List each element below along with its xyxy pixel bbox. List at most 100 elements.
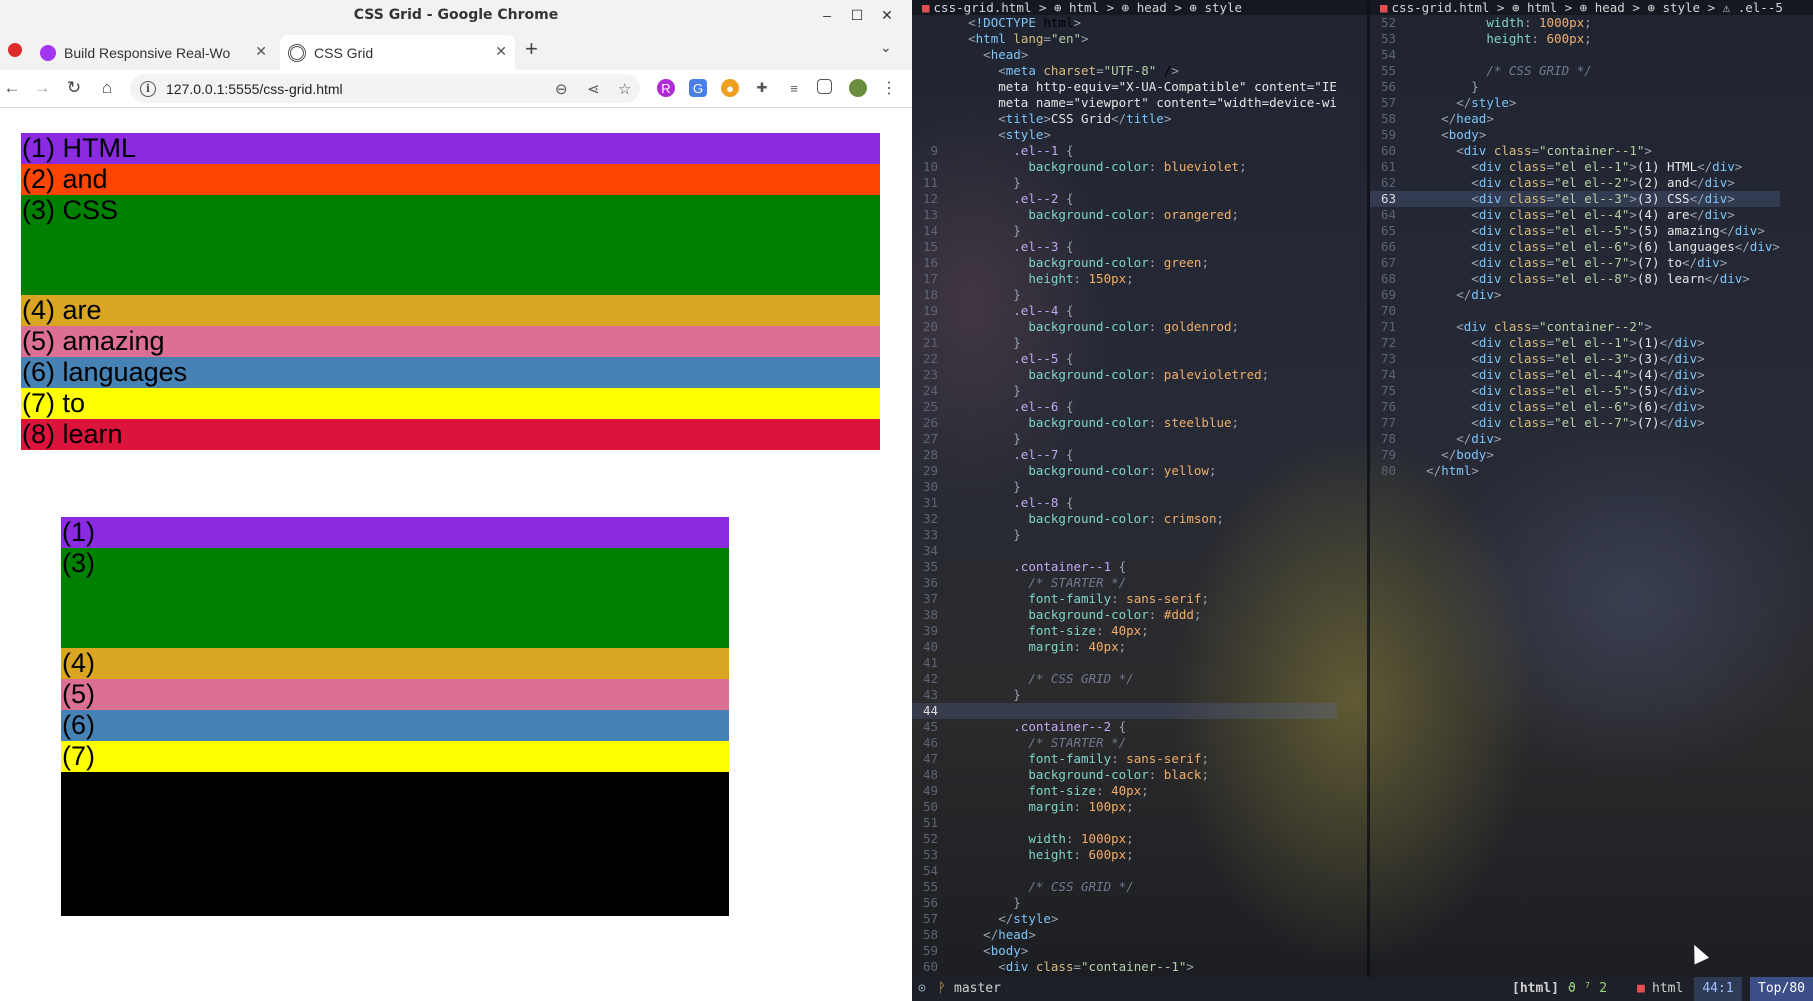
code-line[interactable]: 9 .el--1 { — [912, 143, 1337, 159]
youtube-icon[interactable] — [8, 43, 22, 57]
code-line[interactable]: 56 } — [912, 895, 1337, 911]
media-control-icon[interactable]: ≡ — [785, 79, 803, 97]
tab-css-grid[interactable]: CSS Grid ✕ — [280, 35, 515, 70]
tab-close-icon[interactable]: ✕ — [495, 43, 507, 60]
code-line[interactable]: 58 </head> — [912, 927, 1337, 943]
code-line[interactable]: 17 height: 150px; — [912, 271, 1337, 287]
code-line[interactable]: 73 <div class="el el--3">(3)</div> — [1370, 351, 1780, 367]
code-line[interactable]: 10 background-color: blueviolet; — [912, 159, 1337, 175]
code-line[interactable]: 59 <body> — [1370, 127, 1780, 143]
code-line[interactable]: 38 background-color: #ddd; — [912, 607, 1337, 623]
code-line[interactable]: 21 } — [912, 335, 1337, 351]
code-line[interactable]: 13 background-color: orangered; — [912, 207, 1337, 223]
menu-kebab-icon[interactable]: ⋮ — [880, 79, 898, 97]
code-line[interactable]: 54 — [1370, 47, 1780, 63]
code-line[interactable]: 61 <div class="el el--1">(1) HTML</div> — [1370, 159, 1780, 175]
code-line[interactable]: 48 background-color: black; — [912, 767, 1337, 783]
url-text[interactable]: 127.0.0.1:5555/css-grid.html — [166, 81, 343, 97]
code-line[interactable]: 47 font-family: sans-serif; — [912, 751, 1337, 767]
code-line[interactable]: 26 background-color: steelblue; — [912, 415, 1337, 431]
code-line[interactable]: 77 <div class="el el--7">(7)</div> — [1370, 415, 1780, 431]
code-line[interactable]: 80 </html> — [1370, 463, 1780, 479]
editor-pane-right[interactable]: ■ css-grid.html > ⊕ html > ⊕ head > ⊕ sty… — [1370, 0, 1813, 977]
code-line[interactable]: 74 <div class="el el--4">(4)</div> — [1370, 367, 1780, 383]
code-line[interactable]: 25 .el--6 { — [912, 399, 1337, 415]
code-line[interactable]: 44 — [912, 703, 1337, 719]
code-line[interactable]: 78 </div> — [1370, 431, 1780, 447]
extension-r-icon[interactable]: R — [657, 79, 675, 97]
share-icon[interactable]: ⋖ — [587, 80, 600, 98]
code-line[interactable]: 12 .el--2 { — [912, 191, 1337, 207]
code-line[interactable]: 35 .container--1 { — [912, 559, 1337, 575]
code-line[interactable]: 23 background-color: palevioletred; — [912, 367, 1337, 383]
code-line[interactable]: 60 <div class="container--1"> — [1370, 143, 1780, 159]
code-line[interactable]: 45 .container--2 { — [912, 719, 1337, 735]
code-line[interactable]: 63 <div class="el el--3">(3) CSS</div> — [1370, 191, 1780, 207]
code-line[interactable]: 27 } — [912, 431, 1337, 447]
code-line[interactable]: 66 <div class="el el--6">(6) languages</… — [1370, 239, 1780, 255]
code-line[interactable]: 33 } — [912, 527, 1337, 543]
code-line[interactable]: 54 — [912, 863, 1337, 879]
code-line[interactable]: <style> — [912, 127, 1337, 143]
code-line[interactable]: <!DOCTYPE html> — [912, 15, 1337, 31]
side-panel-icon[interactable] — [817, 79, 832, 94]
code-line[interactable]: 56 } — [1370, 79, 1780, 95]
code-line[interactable]: 37 font-family: sans-serif; — [912, 591, 1337, 607]
pumpkin-extension-icon[interactable]: ● — [721, 79, 739, 97]
code-line[interactable]: 59 <body> — [912, 943, 1337, 959]
code-line[interactable]: 50 margin: 100px; — [912, 799, 1337, 815]
address-bar[interactable]: i 127.0.0.1:5555/css-grid.html ⊖ ⋖ ☆ — [130, 74, 640, 103]
code-line[interactable]: 55 /* CSS GRID */ — [1370, 63, 1780, 79]
code-line[interactable]: 36 /* STARTER */ — [912, 575, 1337, 591]
code-line[interactable]: 22 .el--5 { — [912, 351, 1337, 367]
code-line[interactable]: 67 <div class="el el--7">(7) to</div> — [1370, 255, 1780, 271]
code-line[interactable]: 18 } — [912, 287, 1337, 303]
minimize-button[interactable]: – — [812, 0, 842, 30]
code-line[interactable]: 68 <div class="el el--8">(8) learn</div> — [1370, 271, 1780, 287]
code-line[interactable]: meta name="viewport" content="width=devi… — [912, 95, 1337, 111]
code-line[interactable]: 24 } — [912, 383, 1337, 399]
code-line[interactable]: 39 font-size: 40px; — [912, 623, 1337, 639]
translate-extension-icon[interactable]: G — [689, 79, 707, 97]
code-line[interactable]: <head> — [912, 47, 1337, 63]
code-line[interactable]: meta http-equiv="X-UA-Compatible" conten… — [912, 79, 1337, 95]
extensions-puzzle-icon[interactable]: ✚ — [753, 79, 771, 97]
code-line[interactable]: 75 <div class="el el--5">(5)</div> — [1370, 383, 1780, 399]
code-line[interactable]: 20 background-color: goldenrod; — [912, 319, 1337, 335]
code-line[interactable]: 52 width: 1000px; — [1370, 15, 1780, 31]
code-line[interactable]: 51 — [912, 815, 1337, 831]
code-line[interactable]: 16 background-color: green; — [912, 255, 1337, 271]
code-line[interactable]: <html lang="en"> — [912, 31, 1337, 47]
code-line[interactable]: <title>CSS Grid</title> — [912, 111, 1337, 127]
tab-udemy[interactable]: Build Responsive Real-Wo ✕ — [40, 35, 275, 70]
code-line[interactable]: 28 .el--7 { — [912, 447, 1337, 463]
profile-avatar[interactable] — [849, 79, 867, 97]
code-line[interactable]: 42 /* CSS GRID */ — [912, 671, 1337, 687]
code-line[interactable]: 34 — [912, 543, 1337, 559]
home-button[interactable]: ⌂ — [95, 76, 119, 100]
code-line[interactable]: 29 background-color: yellow; — [912, 463, 1337, 479]
code-line[interactable]: 41 — [912, 655, 1337, 671]
git-branch[interactable]: master — [954, 977, 1001, 1001]
code-line[interactable]: 69 </div> — [1370, 287, 1780, 303]
code-line[interactable]: 64 <div class="el el--4">(4) are</div> — [1370, 207, 1780, 223]
code-line[interactable]: 72 <div class="el el--1">(1)</div> — [1370, 335, 1780, 351]
code-line[interactable]: 60 <div class="container--1"> — [912, 959, 1337, 975]
close-window-button[interactable]: ✕ — [872, 0, 902, 30]
code-line[interactable]: 53 height: 600px; — [912, 847, 1337, 863]
code-line[interactable]: 57 </style> — [1370, 95, 1780, 111]
maximize-button[interactable]: ☐ — [842, 0, 872, 30]
code-line[interactable]: 52 width: 1000px; — [912, 831, 1337, 847]
code-line[interactable]: 58 </head> — [1370, 111, 1780, 127]
code-line[interactable]: 11 } — [912, 175, 1337, 191]
code-line[interactable]: 55 /* CSS GRID */ — [912, 879, 1337, 895]
code-line[interactable]: 76 <div class="el el--6">(6)</div> — [1370, 399, 1780, 415]
code-line[interactable]: 65 <div class="el el--5">(5) amazing</di… — [1370, 223, 1780, 239]
code-line[interactable]: <meta charset="UTF-8" /> — [912, 63, 1337, 79]
code-line[interactable]: 31 .el--8 { — [912, 495, 1337, 511]
back-button[interactable]: ← — [0, 76, 24, 100]
code-line[interactable]: 62 <div class="el el--2">(2) and</div> — [1370, 175, 1780, 191]
tab-search-button[interactable]: ⌄ — [880, 39, 892, 56]
new-tab-button[interactable]: + — [525, 38, 538, 60]
code-line[interactable]: 57 </style> — [912, 911, 1337, 927]
